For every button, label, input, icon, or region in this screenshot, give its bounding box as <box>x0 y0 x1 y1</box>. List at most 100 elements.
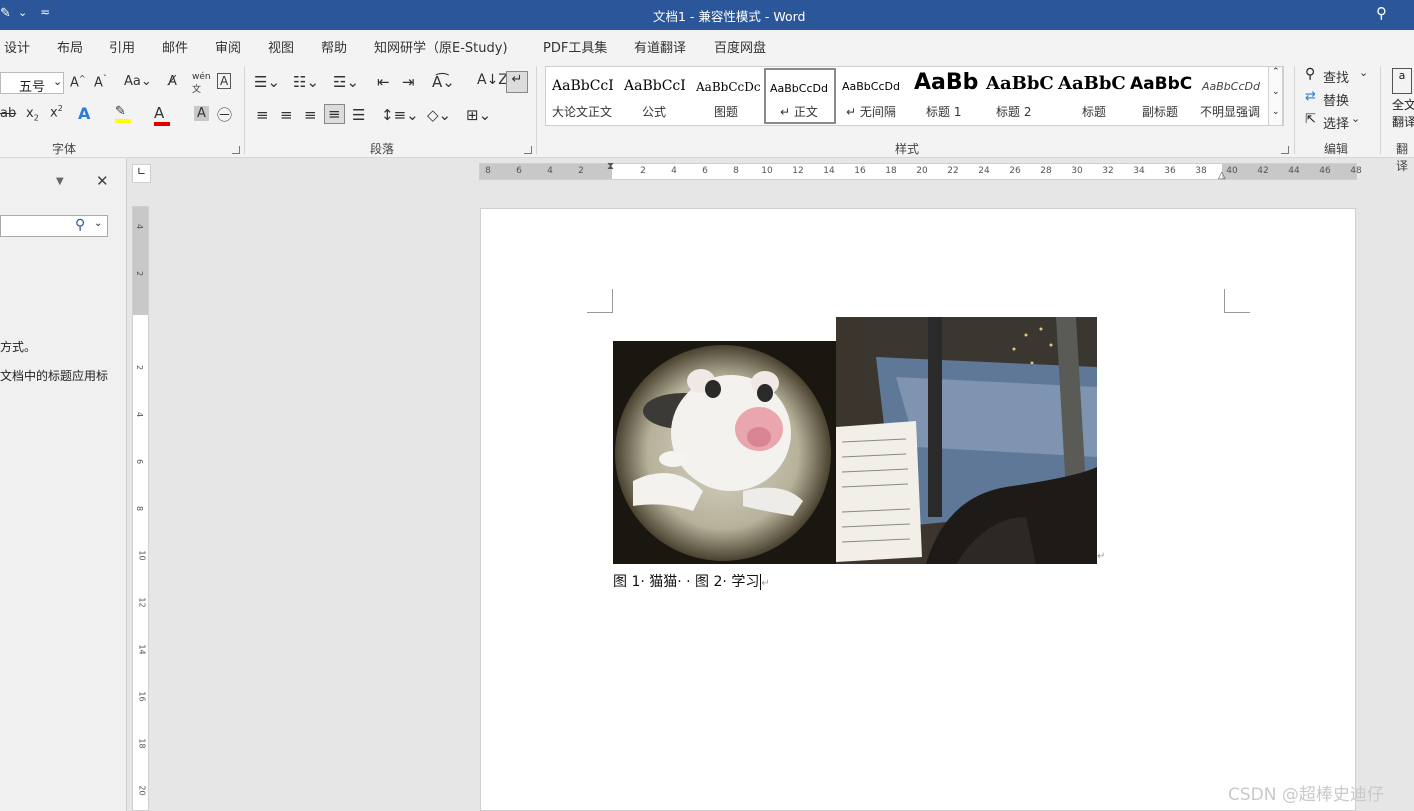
tab-help[interactable]: 帮助 <box>321 37 347 56</box>
borders-icon[interactable]: ⊞⌄ <box>466 106 491 124</box>
translate-icon: a <box>1392 68 1412 94</box>
bullets-icon[interactable]: ☰⌄ <box>254 73 280 91</box>
title-bar: ✎ ⌄ ≂ 文档1 - 兼容性模式 - Word ⚲ <box>0 0 1414 30</box>
style-preview: AaBbCcDd <box>842 80 900 93</box>
phonetic-guide-icon[interactable]: wén 文 <box>192 72 211 95</box>
sort-icon[interactable]: A↓Z <box>477 72 508 88</box>
ruler-tick-label: 22 <box>947 166 959 176</box>
search-icon: ⚲ <box>75 217 86 233</box>
horizontal-ruler[interactable]: 8 6 4 2 2 4 6 8 10 12 14 16 18 20 22 24 26 28 30 32 34 36 38 40… <box>479 161 1362 181</box>
cat-image[interactable] <box>613 341 836 564</box>
study-image[interactable] <box>836 317 1097 564</box>
subscript-icon[interactable]: x2 <box>26 106 39 123</box>
style-item[interactable]: AaBbCcDd ↵ 无间隔 <box>838 68 910 124</box>
vertical-ruler[interactable]: 4 2 2 4 6 8 10 12 14 16 18 20 <box>132 206 149 811</box>
search-icon[interactable]: ⚲ <box>1376 4 1387 22</box>
tab-review[interactable]: 审阅 <box>215 37 241 56</box>
ruler-tick-label: 6 <box>516 166 522 176</box>
document-page[interactable]: ↵ 图 1· 猫猫· · 图 2· 学习 ↵ <box>480 208 1356 811</box>
right-indent-marker-icon[interactable]: △ <box>1218 170 1226 181</box>
find-button[interactable]: ⚲ 查找 ⌄ <box>1305 66 1368 86</box>
tab-selector[interactable]: ∟ <box>132 164 151 183</box>
gallery-scroll: ⌃ ⌄ ⌄ <box>1268 66 1283 126</box>
customize-qat-icon[interactable]: ≂ <box>40 5 50 19</box>
chevron-up-icon[interactable]: ⌃ <box>1272 67 1280 77</box>
divider <box>536 66 537 154</box>
align-right-icon[interactable]: ≡ <box>304 106 317 124</box>
style-item[interactable]: AaBb 标题 1 <box>910 68 982 124</box>
style-item[interactable]: AaBbCcDc 图题 <box>690 68 762 124</box>
styles-group-label: 样式 <box>895 142 920 156</box>
distributed-icon[interactable]: ☰ <box>352 106 365 124</box>
grow-font-icon[interactable]: A^ <box>70 74 86 90</box>
style-item[interactable]: AaBbC 标题 <box>1054 68 1126 124</box>
show-marks-icon[interactable]: ↵ <box>506 71 528 93</box>
tab-youdao[interactable]: 有道翻译 <box>634 37 686 56</box>
enclosed-char-icon[interactable]: ㊀ <box>217 104 232 125</box>
paragraph-mark-icon: ↵ <box>1097 551 1106 562</box>
shrink-font-icon[interactable]: Aˇ <box>94 74 107 90</box>
paragraph-dialog-launcher-icon[interactable] <box>524 146 532 154</box>
highlight-icon[interactable]: ✎ <box>115 104 131 123</box>
tab-estudy[interactable]: 知网研学（原E-Study) <box>374 37 508 56</box>
align-center-icon[interactable]: ≡ <box>280 106 293 124</box>
char-border-icon[interactable]: A <box>217 73 232 89</box>
style-item[interactable]: AaBbC 副标题 <box>1126 68 1198 124</box>
pane-options-icon[interactable]: ▼ <box>56 176 64 187</box>
ruler-tick-label: 2 <box>578 166 584 176</box>
clear-formatting-icon[interactable]: A̸ <box>168 74 177 89</box>
font-color-icon[interactable]: A <box>154 104 170 126</box>
ruler-tick-label: 14 <box>823 166 835 176</box>
shading-icon[interactable]: ◇⌄ <box>427 106 451 124</box>
indent-marker-icon[interactable]: ⧗ <box>607 161 614 172</box>
gallery-more-icon[interactable]: ⌄ <box>1272 107 1280 117</box>
ruler-tick-label: 12 <box>137 597 147 608</box>
justify-icon[interactable]: ≡ <box>324 104 345 124</box>
styles-dialog-launcher-icon[interactable] <box>1281 146 1289 154</box>
style-item[interactable]: AaBbCcI 大论文正文 <box>546 68 618 124</box>
font-size-select[interactable]: 五号 ⌄ <box>0 72 64 95</box>
tab-mailings[interactable]: 邮件 <box>162 37 188 56</box>
replace-button[interactable]: ⇄ 替换 <box>1305 89 1349 109</box>
full-translate-button[interactable]: a 全文 翻译 <box>1392 68 1414 130</box>
tab-references[interactable]: 引用 <box>109 37 135 56</box>
search-input[interactable]: ⚲ ⌄ <box>0 215 108 237</box>
divider <box>244 66 245 154</box>
increase-indent-icon[interactable]: ⇥ <box>402 73 415 91</box>
figure-caption[interactable]: 图 1· 猫猫· · 图 2· 学习 ↵ <box>613 571 770 591</box>
strikethrough-icon[interactable]: ab <box>0 106 16 121</box>
ruler-tick-label: 48 <box>1350 166 1362 176</box>
select-button[interactable]: ⇱ 选择 ⌄ <box>1305 112 1360 132</box>
tab-view[interactable]: 视图 <box>268 37 294 56</box>
tab-design[interactable]: 设计 <box>4 37 30 56</box>
multilevel-list-icon[interactable]: ☲⌄ <box>333 73 359 91</box>
style-preview: AaBbCcDd <box>1202 80 1260 93</box>
ruler-tick-label: 8 <box>135 505 145 512</box>
decrease-indent-icon[interactable]: ⇤ <box>377 73 390 91</box>
change-case-icon[interactable]: Aa⌄ <box>124 74 152 89</box>
format-painter-icon[interactable]: ✎ <box>0 6 11 21</box>
chevron-down-icon[interactable]: ⌄ <box>1272 87 1280 97</box>
style-item[interactable]: AaBbCcI 公式 <box>618 68 690 124</box>
superscript-icon[interactable]: x2 <box>50 104 63 120</box>
tab-baidu-netdisk[interactable]: 百度网盘 <box>714 37 766 56</box>
translate-label: 翻译 <box>1392 115 1414 129</box>
char-shading-icon[interactable]: A <box>194 106 209 121</box>
line-spacing-icon[interactable]: ↕≡⌄ <box>381 106 419 124</box>
close-icon[interactable]: ✕ <box>96 172 109 190</box>
cursor-icon: ⇱ <box>1305 112 1316 127</box>
style-item[interactable]: AaBbCcDd 不明显强调 <box>1198 68 1270 124</box>
tab-layout[interactable]: 布局 <box>57 37 83 56</box>
ruler-tick-label: 40 <box>1226 166 1238 176</box>
asian-layout-icon[interactable]: A͡⌄ <box>432 73 455 91</box>
numbering-icon[interactable]: ☷⌄ <box>293 73 319 91</box>
style-item-selected[interactable]: AaBbCcDd ↵ 正文 <box>764 68 836 124</box>
chevron-down-icon: ⌄ <box>53 75 63 88</box>
qat-dropdown-icon[interactable]: ⌄ <box>18 6 27 19</box>
tab-pdf-tools[interactable]: PDF工具集 <box>543 37 607 56</box>
font-dialog-launcher-icon[interactable] <box>232 146 240 154</box>
text-effects-icon[interactable]: A <box>78 104 90 123</box>
paragraph-group-label: 段落 <box>370 142 395 156</box>
align-left-icon[interactable]: ≡ <box>256 106 269 124</box>
style-item[interactable]: AaBbC 标题 2 <box>982 68 1054 124</box>
